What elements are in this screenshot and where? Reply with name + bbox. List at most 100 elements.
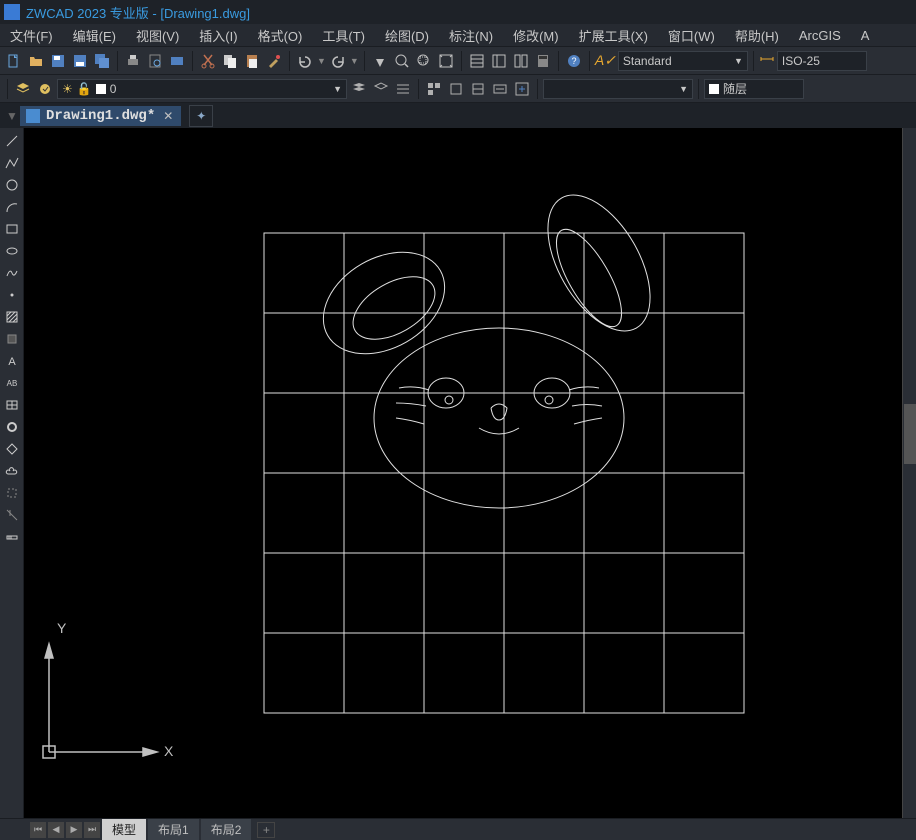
spline-tool[interactable]	[3, 264, 21, 282]
wipeout-tool[interactable]	[3, 440, 21, 458]
point-tool[interactable]	[3, 286, 21, 304]
publish-button[interactable]	[167, 51, 187, 71]
annotate-icon: A✓	[595, 52, 616, 69]
menu-help[interactable]: 帮助(H)	[725, 26, 789, 45]
print-button[interactable]	[123, 51, 143, 71]
region-tool[interactable]	[3, 330, 21, 348]
tab-nav-prev[interactable]: ◀	[48, 822, 64, 838]
tool-palette-button[interactable]	[511, 51, 531, 71]
svg-text:?: ?	[571, 56, 576, 66]
tab-nav-first[interactable]: ⏮	[30, 822, 46, 838]
redo-button[interactable]	[328, 51, 348, 71]
print-preview-button[interactable]	[145, 51, 165, 71]
boundary-tool[interactable]	[3, 484, 21, 502]
cloud-tool[interactable]	[3, 462, 21, 480]
xref-button[interactable]	[490, 79, 510, 99]
save-as-button[interactable]	[70, 51, 90, 71]
text-style-dropdown[interactable]: Standard ▼	[618, 51, 748, 71]
layer-iso-button[interactable]	[371, 79, 391, 99]
menu-modify[interactable]: 修改(M)	[503, 26, 569, 45]
layer-merge-button[interactable]	[393, 79, 413, 99]
layout-add-button[interactable]: +	[257, 822, 275, 838]
rectangle-tool[interactable]	[3, 220, 21, 238]
undo-button[interactable]	[295, 51, 315, 71]
dwg-file-icon	[26, 109, 40, 123]
align-tool[interactable]	[3, 506, 21, 524]
linetype-dropdown[interactable]: ▼	[543, 79, 693, 99]
help-button[interactable]: ?	[564, 51, 584, 71]
menu-dimension[interactable]: 标注(N)	[439, 26, 503, 45]
title-bar: ZWCAD 2023 专业版 - [Drawing1.dwg]	[0, 0, 916, 24]
cut-button[interactable]	[198, 51, 218, 71]
block-button[interactable]	[424, 79, 444, 99]
design-center-button[interactable]	[489, 51, 509, 71]
menu-format[interactable]: 格式(O)	[248, 26, 313, 45]
color-swatch	[709, 84, 719, 94]
block-edit-button[interactable]	[468, 79, 488, 99]
menu-a[interactable]: A	[851, 28, 880, 43]
layer-lock-icon: 🔓	[77, 82, 92, 96]
layout-tab-2[interactable]: 布局2	[201, 819, 252, 840]
menu-view[interactable]: 视图(V)	[126, 26, 189, 45]
drawing-canvas[interactable]: Y X	[24, 128, 916, 818]
save-all-button[interactable]	[92, 51, 112, 71]
tab-scroll-down[interactable]: ▼	[4, 106, 20, 126]
svg-text:AB: AB	[6, 379, 17, 388]
dimension-icon	[759, 51, 775, 70]
new-tab-button[interactable]: ✦	[189, 105, 213, 127]
arc-tool[interactable]	[3, 198, 21, 216]
ellipse-tool[interactable]	[3, 242, 21, 260]
copy-button[interactable]	[220, 51, 240, 71]
layout-tab-1[interactable]: 布局1	[148, 819, 199, 840]
menu-arcgis[interactable]: ArcGIS	[789, 28, 851, 43]
document-tab[interactable]: Drawing1.dwg* ✕	[20, 106, 181, 126]
layer-manager-button[interactable]	[13, 79, 33, 99]
save-button[interactable]	[48, 51, 68, 71]
circle-tool[interactable]	[3, 176, 21, 194]
color-value: 随层	[723, 80, 747, 97]
layer-states-button[interactable]	[35, 79, 55, 99]
menu-tools[interactable]: 工具(T)	[312, 26, 375, 45]
new-file-button[interactable]	[4, 51, 24, 71]
table-tool[interactable]	[3, 396, 21, 414]
menu-extend[interactable]: 扩展工具(X)	[569, 26, 658, 45]
menu-window[interactable]: 窗口(W)	[658, 26, 725, 45]
hatch-tool[interactable]	[3, 308, 21, 326]
toolbar-main: ▼ ▼ ? A✓ Standard ▼ ISO-25	[0, 46, 916, 74]
menu-edit[interactable]: 编辑(E)	[63, 26, 126, 45]
calculator-button[interactable]	[533, 51, 553, 71]
svg-text:A: A	[8, 356, 16, 368]
open-file-button[interactable]	[26, 51, 46, 71]
zoom-window-button[interactable]	[414, 51, 434, 71]
menu-file[interactable]: 文件(F)	[0, 26, 63, 45]
line-tool[interactable]	[3, 132, 21, 150]
match-props-button[interactable]	[264, 51, 284, 71]
text-tool[interactable]: A	[3, 352, 21, 370]
block-insert-button[interactable]	[446, 79, 466, 99]
tab-nav-next[interactable]: ▶	[66, 822, 82, 838]
color-dropdown[interactable]: 随层	[704, 79, 804, 99]
donut-tool[interactable]	[3, 418, 21, 436]
mtext-tool[interactable]: AB	[3, 374, 21, 392]
axis-x-label: X	[164, 743, 174, 759]
paste-button[interactable]	[242, 51, 262, 71]
properties-button[interactable]	[467, 51, 487, 71]
menu-insert[interactable]: 插入(I)	[189, 26, 247, 45]
toolbar-layers: ☀ 🔓 0 ▼ ▼ 随层	[0, 74, 916, 102]
document-tab-bar: ▼ Drawing1.dwg* ✕ ✦	[0, 102, 916, 128]
layer-previous-button[interactable]	[349, 79, 369, 99]
pan-button[interactable]	[370, 51, 390, 71]
zoom-extents-button[interactable]	[436, 51, 456, 71]
tab-nav-last[interactable]: ⏭	[84, 822, 100, 838]
layer-dropdown[interactable]: ☀ 🔓 0 ▼	[57, 79, 347, 99]
attach-button[interactable]	[512, 79, 532, 99]
layer-sun-icon: ☀	[62, 82, 73, 96]
polyline-tool[interactable]	[3, 154, 21, 172]
dim-style-dropdown[interactable]: ISO-25	[777, 51, 867, 71]
vertical-scrollbar[interactable]	[902, 128, 916, 818]
layout-tab-model[interactable]: 模型	[102, 819, 146, 840]
measure-tool[interactable]	[3, 528, 21, 546]
zoom-realtime-button[interactable]	[392, 51, 412, 71]
menu-draw[interactable]: 绘图(D)	[375, 26, 439, 45]
tab-close-button[interactable]: ✕	[161, 109, 175, 123]
